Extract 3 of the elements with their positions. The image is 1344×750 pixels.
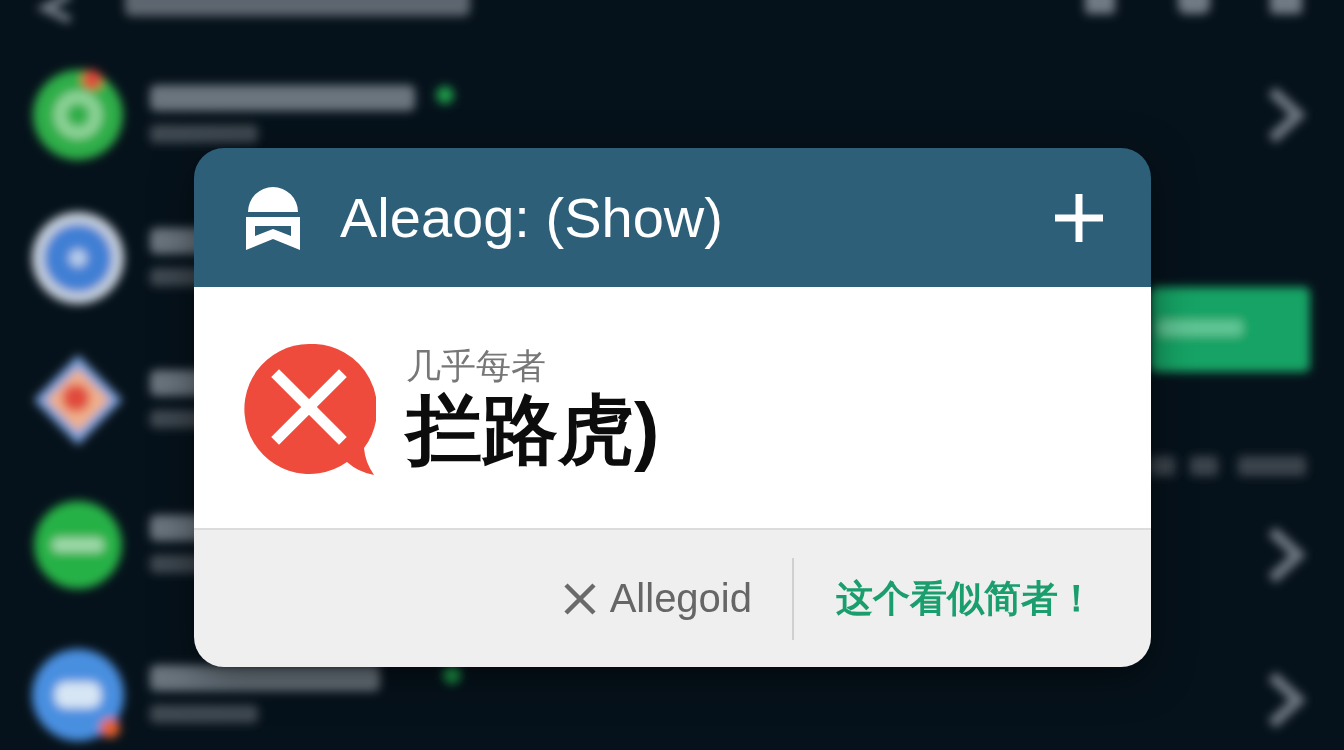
message-subtitle: 几乎每者 (406, 345, 547, 386)
dialog-title: Aleaog: (Show) (340, 184, 724, 251)
message-text: 拦路虎) (406, 385, 660, 474)
